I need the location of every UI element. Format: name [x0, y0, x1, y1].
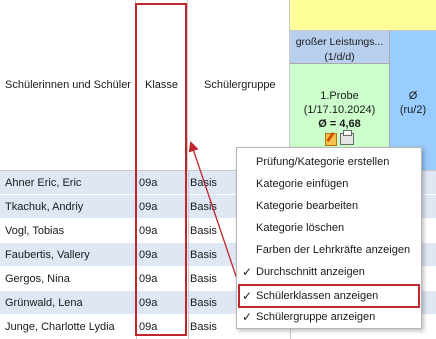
menu-item-label: Kategorie bearbeiten [256, 200, 359, 212]
menu-item-insert-category[interactable]: Kategorie einfügen [237, 173, 421, 195]
menu-item-label: Kategorie einfügen [256, 178, 349, 190]
menu-item-show-student-group[interactable]: ✓ Schülergruppe anzeigen [237, 306, 421, 328]
menu-item-label: Schülergruppe anzeigen [256, 311, 376, 323]
menu-item-edit-category[interactable]: Kategorie bearbeiten [237, 195, 421, 217]
menu-item-label: Prüfung/Kategorie erstellen [256, 156, 390, 168]
menu-item-show-average[interactable]: ✓ Durchschnitt anzeigen [237, 261, 421, 283]
menu-item-label: Kategorie löschen [256, 222, 345, 234]
menu-item-delete-category[interactable]: Kategorie löschen [237, 217, 421, 239]
menu-item-label: Farben der Lehrkräfte anzeigen [256, 244, 411, 256]
check-icon: ✓ [242, 310, 253, 324]
menu-item-label: Durchschnitt anzeigen [256, 266, 365, 278]
menu-item-highlight [238, 284, 420, 308]
menu-item-create-exam[interactable]: Prüfung/Kategorie erstellen [237, 151, 421, 173]
menu-item-show-teacher-colors[interactable]: Farben der Lehrkräfte anzeigen [237, 239, 421, 261]
check-icon: ✓ [242, 265, 253, 279]
